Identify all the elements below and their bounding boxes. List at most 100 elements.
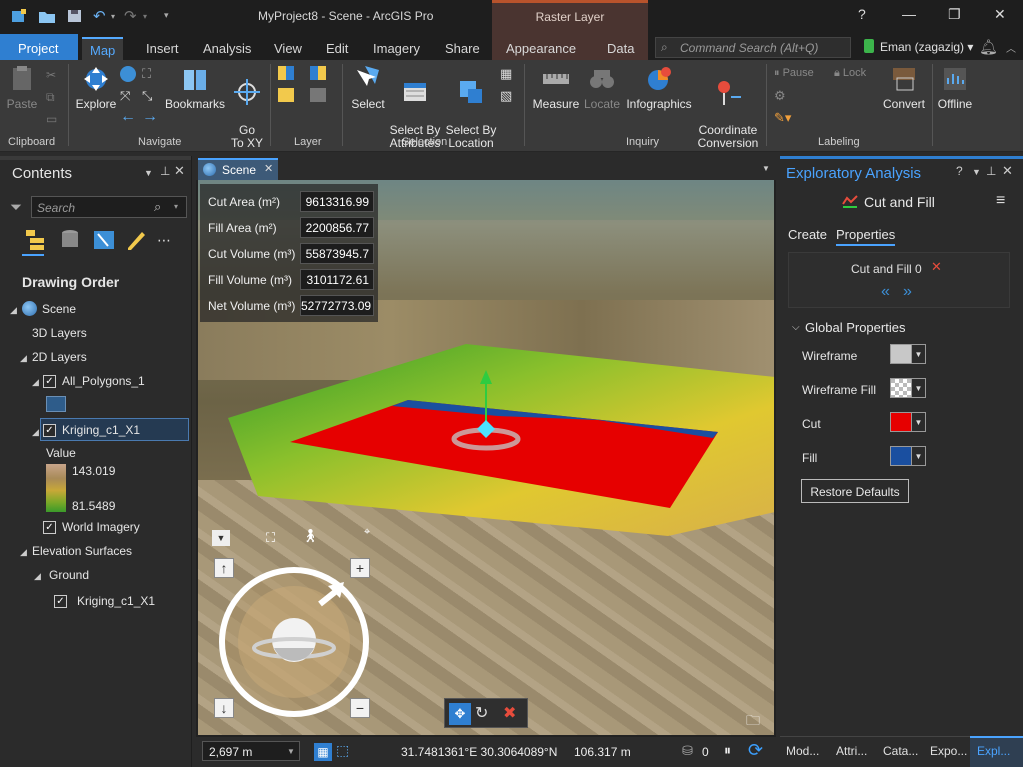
hamburger-menu-icon[interactable]: ≡ [996,192,1005,210]
cut-icon[interactable]: ✂ [46,68,56,82]
delete-tool-icon[interactable]: ✖ [503,703,516,723]
restore-defaults-button[interactable]: Restore Defaults [801,479,909,503]
visibility-checkbox[interactable]: ✓ [54,595,67,608]
snapping-icon[interactable]: ⬚ [336,742,349,759]
navigator-control[interactable] [216,564,372,720]
list-by-data-source-icon[interactable] [58,228,82,252]
full-extent-icon[interactable] [120,66,136,82]
view-unplaced-icon[interactable]: ⚙ [774,88,786,104]
basemap-icon[interactable] [278,88,294,102]
add-graphics-layer-icon[interactable] [310,88,326,102]
tabs-dropdown-icon[interactable]: ▼ [762,164,770,173]
collapse-icon[interactable]: ◢ [34,571,41,582]
tab-analysis[interactable]: Analysis [195,37,259,60]
tab-exploratory-analysis[interactable]: Expl... [977,744,1010,758]
ribbon-collapse-icon[interactable]: ︿ [1006,40,1016,55]
list-by-selection-icon[interactable] [92,228,116,252]
undo-dropdown-icon[interactable]: ▾ [111,12,115,21]
visibility-checkbox[interactable]: ✓ [43,375,56,388]
coordinate-conversion-button[interactable]: Coordinate Conversion [696,64,760,150]
tab-data[interactable]: Data [599,37,642,60]
chevron-down-icon[interactable]: ▼ [912,446,926,466]
chevron-down-icon[interactable]: ▼ [912,378,926,398]
tab-scene[interactable]: Scene ✕ [198,158,278,180]
label-priority-icon[interactable]: ✎▾ [774,110,791,126]
collapse-icon[interactable]: ◢ [20,353,27,364]
lock-labeling-button[interactable]: 🔒︎ Lock [834,67,866,80]
scene-3d-view[interactable]: Cut Area (m²) 9613316.99 Fill Area (m²) 22… [198,180,774,735]
grid-snap-icon[interactable]: ▦ [314,743,332,761]
list-by-editing-icon[interactable] [124,228,148,252]
close-tab-icon[interactable]: ✕ [264,162,273,175]
context-tab-raster-layer[interactable]: Raster Layer [492,0,648,34]
next-extent-icon[interactable]: → [142,108,158,126]
copy-path-icon[interactable]: ▭ [46,112,57,126]
tab-share[interactable]: Share [437,37,488,60]
tab-insert[interactable]: Insert [138,37,187,60]
first-person-icon[interactable]: 🚶︎ [302,528,319,544]
collapse-icon[interactable]: ◢ [10,305,17,316]
tab-edit[interactable]: Edit [318,37,356,60]
help-icon[interactable]: ? [956,164,963,178]
customize-qat-icon[interactable]: ▾ [164,10,169,21]
convert-button[interactable]: Convert [880,64,928,111]
pause-labeling-button[interactable]: ⏸ Pause [774,67,814,80]
close-button[interactable]: ✕ [994,6,1006,23]
chevron-down-icon[interactable]: ▼ [912,412,926,432]
pause-drawing-icon[interactable]: ⏸ [724,742,731,759]
zoom-in-fixed-icon[interactable]: ⤧ [120,88,130,104]
analysis-item-name[interactable]: Cut and Fill 0 [851,262,922,276]
undo-icon[interactable]: ↶ [93,7,106,25]
next-analysis-icon[interactable]: » [903,283,912,301]
minimize-button[interactable]: — [902,6,916,22]
more-icon[interactable]: ⋯ [157,232,171,249]
selected-features-icon[interactable]: ⛁ [682,743,693,759]
copy-icon[interactable]: ⧉ [46,90,55,105]
pin-icon[interactable]: ⊥ [160,164,170,178]
refresh-icon[interactable]: ⟳ [748,740,763,761]
restore-button[interactable]: ❐ [948,6,961,23]
tab-export[interactable]: Expo... [930,744,967,758]
tab-catalog[interactable]: Cata... [883,744,918,758]
tree-item-scene[interactable]: Scene [42,302,76,316]
explore-button[interactable]: Explore [74,64,118,111]
add-data-icon[interactable] [278,66,294,80]
cut-color-swatch[interactable] [890,412,912,432]
move-tool-icon[interactable]: ✥ [449,703,471,725]
tree-item-world-imagery[interactable]: World Imagery [62,520,140,534]
tree-item-kriging[interactable]: Kriging_c1_X1 [62,423,140,437]
tree-item-all-polygons[interactable]: All_Polygons_1 [62,374,145,388]
tab-appearance[interactable]: Appearance [498,37,584,60]
open-folder-icon[interactable] [38,8,56,24]
attributes-table-icon[interactable]: ▦ [500,66,512,82]
global-properties-heading[interactable]: Global Properties [805,320,905,335]
tab-project[interactable]: Project [0,34,78,60]
pane-menu-icon[interactable]: ▼ [144,168,153,178]
visibility-checkbox[interactable]: ✓ [43,521,56,534]
paste-button[interactable]: Paste [4,64,40,111]
redo-icon[interactable]: ↷ [124,7,137,25]
fill-color-swatch[interactable] [890,446,912,466]
offline-button[interactable]: Offline [934,64,976,111]
save-icon[interactable] [66,8,84,24]
scale-dropdown[interactable]: 2,697 m ▼ [202,741,300,761]
wireframe-color-swatch[interactable] [890,344,912,364]
pane-menu-icon[interactable]: ▼ [972,167,981,177]
collapse-icon[interactable]: ◢ [32,427,39,438]
clear-selection-icon[interactable]: ▧ [500,88,512,104]
tab-modify[interactable]: Mod... [786,744,819,758]
user-menu[interactable]: Eman (zagazig) ▾ [880,40,973,54]
tab-map[interactable]: Map [82,37,124,60]
polygon-symbol-swatch[interactable] [46,396,66,412]
select-by-location-button[interactable]: Select By Location [444,64,498,150]
tab-attributes[interactable]: Attri... [836,744,867,758]
previous-extent-icon[interactable]: ← [120,108,136,126]
expand-chevron-icon[interactable]: ⌵ [792,322,800,333]
bookmarks-button[interactable]: Bookmarks [164,64,226,111]
zoom-out-fixed-icon[interactable]: ⤡ [142,88,152,104]
tree-item-ground-kriging[interactable]: Kriging_c1_X1 [77,594,155,608]
collapse-icon[interactable]: ◢ [20,547,27,558]
chevron-down-icon[interactable]: ▼ [912,344,926,364]
search-dropdown-icon[interactable]: ▾ [174,202,178,211]
tree-item-elevation-surfaces[interactable]: Elevation Surfaces [32,544,132,558]
